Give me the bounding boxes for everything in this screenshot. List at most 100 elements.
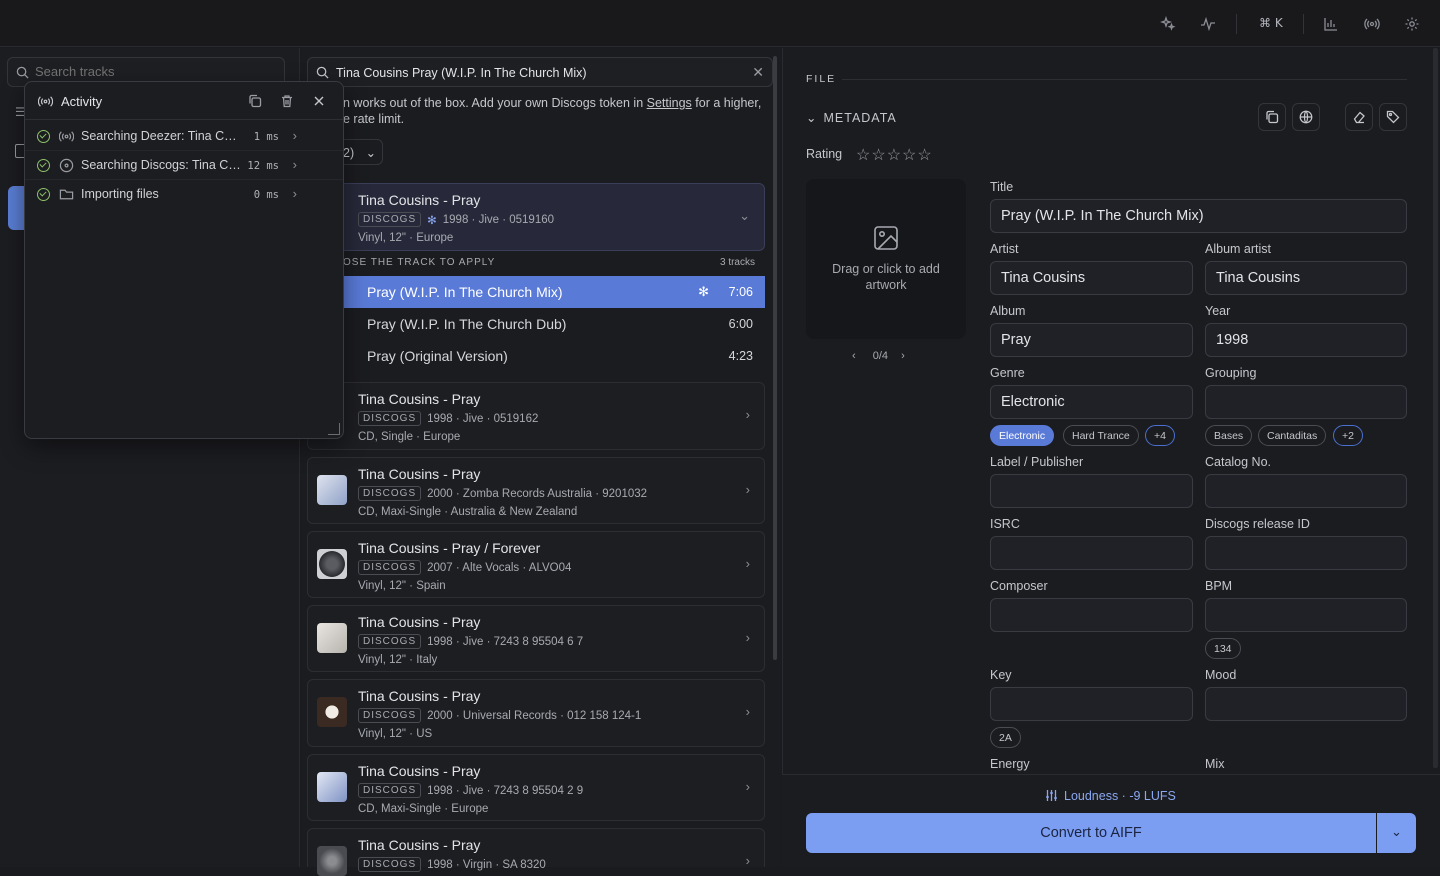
release-thumbnail (317, 846, 347, 876)
genre-field[interactable]: Electronic (990, 385, 1193, 419)
release-thumbnail (317, 623, 347, 653)
chevron-down-icon: ⌄ (1391, 824, 1402, 839)
release-card[interactable]: Tina Cousins - Pray DISCOGS 1998 · Jive ·… (307, 382, 765, 450)
artwork-dropzone[interactable]: Drag or click to add artwork (806, 179, 966, 339)
convert-button[interactable]: Convert to AIFF (806, 813, 1376, 853)
release-search-value[interactable]: Tina Cousins Pray (W.I.P. In The Church … (336, 66, 587, 80)
chevron-down-icon: ⌄ (806, 111, 818, 125)
catalog-field[interactable] (1205, 474, 1407, 508)
search-tracks-input[interactable] (35, 64, 275, 79)
sparkle-icon[interactable] (1157, 13, 1179, 35)
rating-stars[interactable]: ☆☆☆☆☆ (856, 145, 933, 165)
title-field[interactable]: Pray (W.I.P. In The Church Mix) (990, 199, 1407, 233)
copy-icon[interactable] (246, 92, 264, 110)
label-publisher-field[interactable] (990, 474, 1193, 508)
track-option[interactable]: Pray (Original Version) 4:23 (343, 340, 765, 372)
web-lookup-button[interactable] (1292, 103, 1320, 131)
album-field[interactable]: Pray (990, 323, 1193, 357)
chevron-right-icon[interactable]: › (901, 350, 905, 362)
year-field[interactable]: 1998 (1205, 323, 1407, 357)
release-card[interactable]: Tina Cousins - Pray DISCOGS 2000 · Zomba … (307, 457, 765, 524)
release-thumbnail (317, 697, 347, 727)
genre-suggestion-pill[interactable]: Electronic (990, 425, 1055, 446)
metadata-scrollbar[interactable] (1433, 48, 1438, 768)
grouping-suggestion-pill[interactable]: Bases (1205, 425, 1253, 446)
grouping-field[interactable] (1205, 385, 1407, 419)
clear-search-icon[interactable]: ✕ (752, 64, 764, 81)
clear-metadata-button[interactable] (1345, 103, 1373, 131)
discogs-id-field[interactable] (1205, 536, 1407, 570)
tag-button[interactable] (1379, 103, 1407, 131)
loudness-indicator[interactable]: Loudness · -9 LUFS (1045, 789, 1176, 803)
grouping-label: Grouping (1205, 366, 1257, 380)
release-meta-text: 1998 · Jive · 7243 8 95504 6 7 (427, 635, 584, 648)
activity-row[interactable]: Importing files 0 ms › (25, 180, 343, 209)
release-thumbnail (317, 772, 347, 802)
trash-icon[interactable] (278, 92, 296, 110)
grouping-suggestion-pill[interactable]: Cantaditas (1258, 425, 1327, 446)
energy-label: Energy (990, 757, 1030, 771)
activity-row-text: Searching Deezer: Tina Cousins Pray (W.I… (81, 129, 243, 143)
release-meta-text: 1998 · Jive · 0519162 (427, 412, 539, 425)
release-title: Tina Cousins - Pray (358, 688, 481, 704)
release-meta-text: 2007 · Alte Vocals · ALVO04 (427, 561, 572, 574)
release-card[interactable]: Tina Cousins - Pray DISCOGS 1998 · Jive ·… (307, 754, 765, 821)
release-card[interactable]: Tina Cousins - Pray / Forever DISCOGS 200… (307, 531, 765, 598)
discogs-info-text: n works out of the box. Add your own Dis… (343, 95, 773, 127)
release-card[interactable]: Tina Cousins - Pray DISCOGS 1998 · Jive ·… (307, 605, 765, 672)
composer-field[interactable] (990, 598, 1193, 632)
artwork-page-count: 0/4 (872, 350, 889, 362)
chevron-left-icon[interactable]: ‹ (852, 350, 856, 362)
release-meta: DISCOGS 1998 · Jive · 7243 8 95504 6 7 (358, 634, 583, 649)
results-scrollbar[interactable] (773, 56, 777, 660)
mood-field[interactable] (1205, 687, 1407, 721)
grouping-more-pill[interactable]: +2 (1333, 425, 1363, 446)
check-circle-icon (37, 159, 50, 172)
track-option[interactable]: Pray (W.I.P. In The Church Dub) 6:00 (343, 308, 765, 340)
track-option[interactable]: Pray (W.I.P. In The Church Mix) ✻ 7:06 (343, 276, 765, 308)
bar-chart-icon[interactable] (1320, 13, 1342, 35)
source-badge: DISCOGS (358, 212, 422, 227)
globe-icon (1299, 110, 1313, 124)
track-name: Pray (W.I.P. In The Church Dub) (367, 316, 567, 332)
release-meta-text: 2000 · Zomba Records Australia · 9201032 (427, 487, 648, 500)
release-card[interactable]: Tina Cousins - Pray DISCOGS ✻ 1998 · Jive … (307, 183, 765, 251)
resize-handle[interactable] (328, 423, 340, 435)
release-title: Tina Cousins - Pray (358, 763, 481, 779)
broadcast-icon[interactable] (1361, 13, 1383, 35)
artwork-hint: Drag or click to add artwork (832, 262, 940, 292)
gear-icon[interactable] (1401, 13, 1423, 35)
release-card[interactable]: Tina Cousins - Pray DISCOGS 1998 · Virgin… (307, 828, 765, 876)
bpm-field[interactable] (1205, 598, 1407, 632)
convert-options-dropdown[interactable]: ⌄ (1377, 813, 1416, 853)
genre-suggestion-pill[interactable]: Hard Trance (1063, 425, 1139, 446)
genre-more-pill[interactable]: +4 (1145, 425, 1175, 446)
chevron-right-icon: › (745, 556, 750, 571)
command-palette-shortcut[interactable]: ⌘ K (1259, 16, 1283, 30)
source-badge: DISCOGS (358, 783, 422, 798)
chevron-down-icon[interactable]: ⌄ (739, 208, 750, 224)
activity-row[interactable]: Searching Deezer: Tina Cousins Pray (W.I… (25, 122, 343, 151)
source-badge: DISCOGS (358, 634, 422, 649)
release-format: Vinyl, 12" · Europe (358, 232, 454, 244)
sparkle-icon: ✻ (427, 214, 437, 227)
album-artist-field[interactable]: Tina Cousins (1205, 261, 1407, 295)
release-title: Tina Cousins - Pray (358, 837, 481, 853)
release-search[interactable]: Tina Cousins Pray (W.I.P. In The Church … (307, 57, 773, 87)
copy-metadata-button[interactable] (1258, 103, 1286, 131)
title-label: Title (990, 180, 1014, 194)
activity-row[interactable]: Searching Discogs: Tina Cousins Pray (W.… (25, 151, 343, 180)
artist-field[interactable]: Tina Cousins (990, 261, 1193, 295)
metadata-section-toggle[interactable]: ⌄ METADATA (806, 110, 897, 125)
settings-link[interactable]: Settings (647, 96, 692, 110)
key-field[interactable] (990, 687, 1193, 721)
artist-label: Artist (990, 242, 1019, 256)
activity-pulse-icon[interactable] (1197, 13, 1219, 35)
release-meta: DISCOGS 2007 · Alte Vocals · ALVO04 (358, 560, 571, 575)
isrc-field[interactable] (990, 536, 1193, 570)
release-card[interactable]: Tina Cousins - Pray DISCOGS 2000 · Univer… (307, 679, 765, 747)
chevron-down-icon: ⌄ (365, 146, 377, 160)
key-suggestion-pill[interactable]: 2A (990, 727, 1021, 748)
close-icon[interactable] (310, 92, 328, 110)
bpm-suggestion-pill[interactable]: 134 (1205, 638, 1241, 659)
